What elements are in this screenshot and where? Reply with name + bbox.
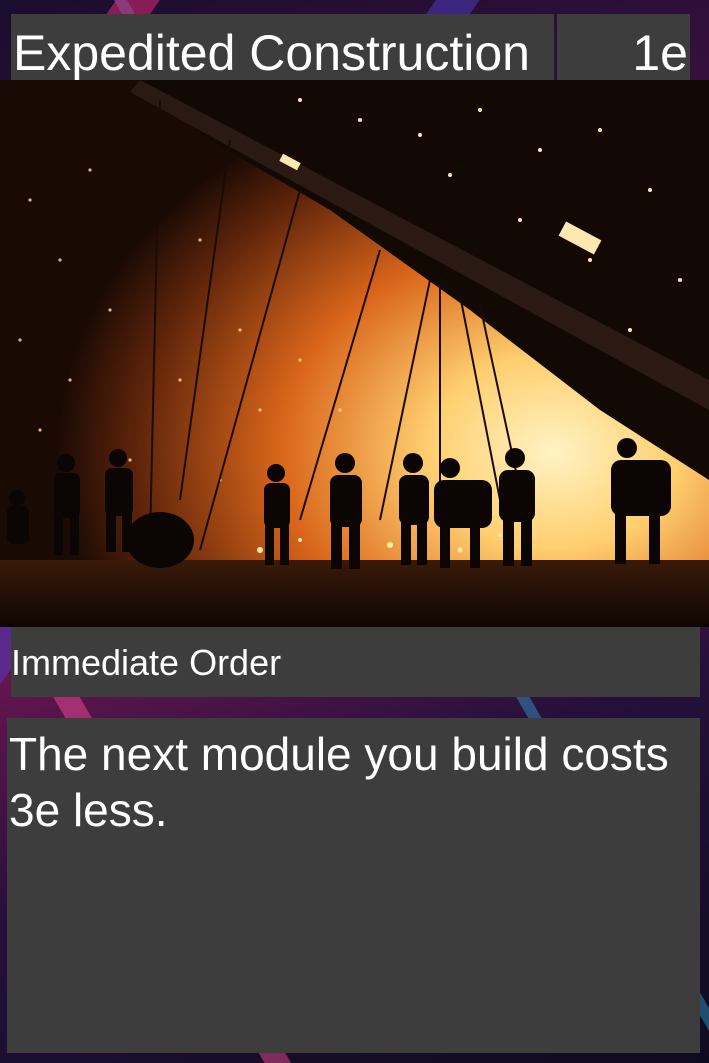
card-rules-text: The next module you build costs 3e less.: [9, 728, 669, 836]
card-cost: 1e: [632, 25, 688, 81]
game-card[interactable]: Expedited Construction 1e Immediate Orde…: [0, 0, 709, 1063]
card-title: Expedited Construction: [13, 25, 530, 81]
card-artwork: [0, 80, 709, 627]
card-type-line: Immediate Order: [11, 642, 282, 683]
